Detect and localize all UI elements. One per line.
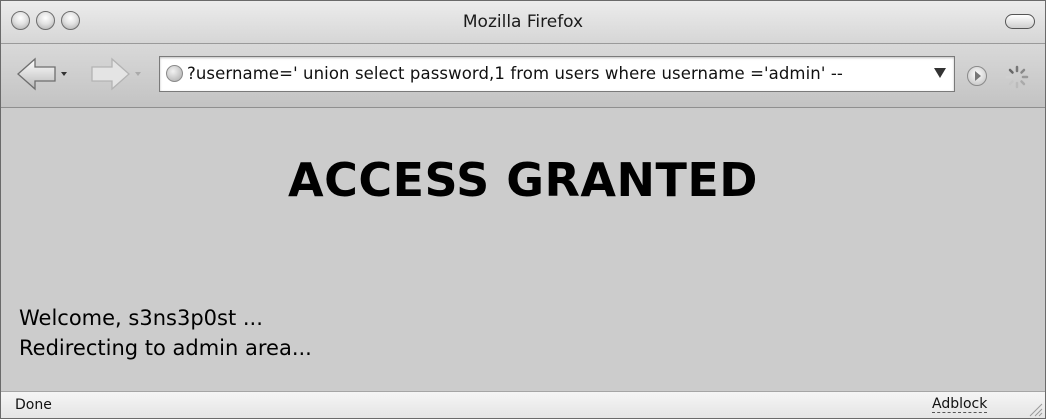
- url-history-dropdown-icon[interactable]: [934, 68, 946, 78]
- site-globe-icon: [166, 65, 183, 82]
- adblock-button[interactable]: Adblock: [932, 396, 988, 413]
- back-arrow-icon: [17, 57, 67, 91]
- status-text: Done: [15, 397, 52, 413]
- browser-window: Mozilla Firefox ?username=' union select…: [0, 0, 1046, 419]
- url-bar[interactable]: ?username=' union select password,1 from…: [159, 56, 955, 92]
- navigation-toolbar: ?username=' union select password,1 from…: [1, 44, 1045, 108]
- toolbar-toggle-button[interactable]: [1005, 14, 1035, 29]
- go-button[interactable]: [967, 66, 987, 86]
- page-content: ACCESS GRANTED Welcome, s3ns3p0st ... Re…: [1, 108, 1045, 391]
- loading-spinner-icon: [1005, 65, 1029, 89]
- status-bar: Done Adblock: [1, 391, 1045, 418]
- welcome-message: Welcome, s3ns3p0st ...: [19, 306, 263, 330]
- redirect-message: Redirecting to admin area...: [19, 336, 312, 360]
- forward-button[interactable]: [89, 54, 143, 94]
- url-text: ?username=' union select password,1 from…: [187, 64, 843, 83]
- access-granted-heading: ACCESS GRANTED: [287, 153, 758, 207]
- forward-arrow-icon: [91, 57, 141, 91]
- back-button[interactable]: [15, 54, 69, 94]
- resize-grip-icon[interactable]: [1027, 401, 1043, 417]
- title-bar: Mozilla Firefox: [1, 1, 1045, 44]
- window-title: Mozilla Firefox: [462, 12, 584, 32]
